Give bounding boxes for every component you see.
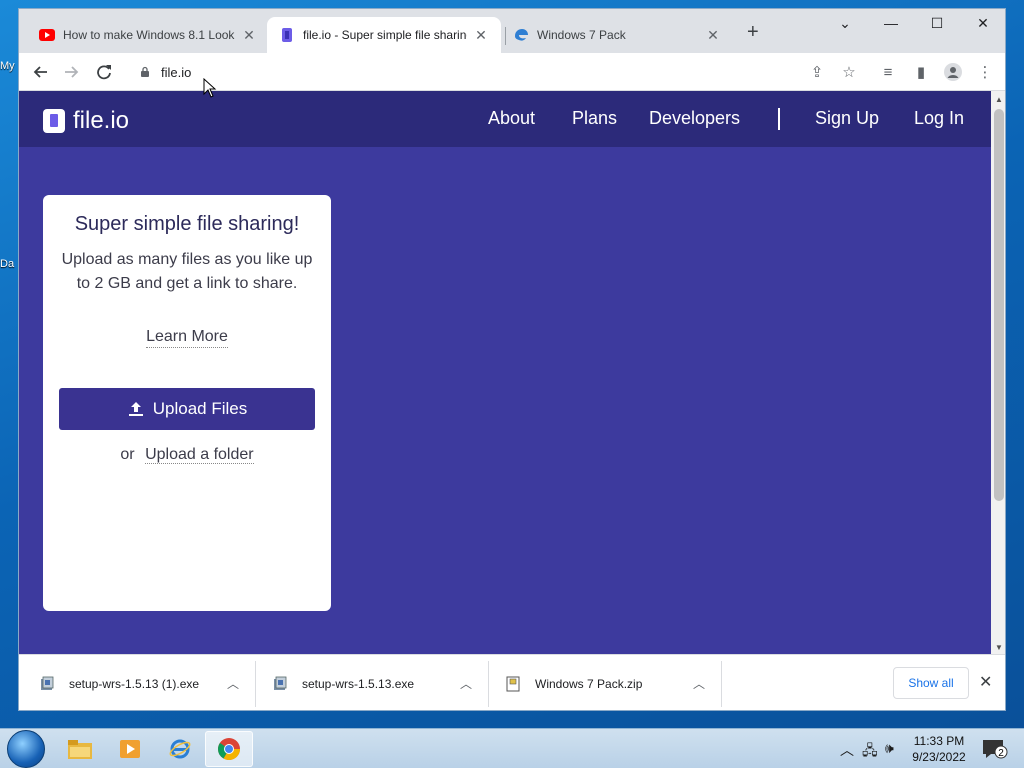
- show-hidden-icons-chevron-icon[interactable]: ︿: [840, 740, 854, 760]
- close-tab-icon[interactable]: ✕: [473, 27, 489, 44]
- clock-time: 11:33 PM: [913, 734, 965, 748]
- chrome-icon[interactable]: [205, 731, 253, 767]
- tab-title: How to make Windows 8.1 Look: [63, 28, 235, 42]
- upload-files-label: Upload Files: [152, 399, 248, 418]
- more-menu-icon[interactable]: ⋮: [973, 60, 997, 84]
- show-all-button[interactable]: Show all: [893, 667, 969, 699]
- download-item[interactable]: setup-wrs-1.5.13 (1).exe ︿: [39, 655, 255, 710]
- logo-text: file.io: [73, 107, 130, 134]
- download-filename: setup-wrs-1.5.13.exe: [302, 677, 415, 691]
- youtube-icon: [39, 27, 55, 43]
- or-text: or: [120, 446, 135, 463]
- bookmark-star-icon[interactable]: ☆: [837, 60, 861, 84]
- download-separator: [488, 661, 489, 707]
- installer-file-icon: [41, 676, 54, 690]
- download-item[interactable]: Windows 7 Pack.zip ︿: [505, 655, 721, 710]
- fileio-logo-icon: [43, 109, 65, 133]
- minimize-button[interactable]: —: [868, 15, 914, 31]
- browser-toolbar: file.io ⇪ ☆ ≡ ▮ ⋮: [19, 53, 1005, 91]
- installer-file-icon: [274, 676, 287, 690]
- notification-count: 2: [998, 748, 1004, 759]
- download-item[interactable]: setup-wrs-1.5.13.exe ︿: [272, 655, 488, 710]
- fileio-icon: [279, 27, 295, 43]
- mouse-cursor-icon: [203, 78, 217, 98]
- back-button[interactable]: [28, 60, 52, 84]
- page-viewport: file.io About Plans Developers Sign Up L…: [19, 91, 991, 654]
- start-button[interactable]: [7, 730, 45, 768]
- download-separator: [255, 661, 256, 707]
- chevron-up-icon[interactable]: ︿: [460, 675, 472, 692]
- card-description: Upload as many files as you like up to 2…: [61, 251, 313, 292]
- browser-window: How to make Windows 8.1 Look ✕ file.io -…: [18, 8, 1006, 711]
- address-bar[interactable]: file.io: [127, 57, 797, 87]
- volume-icon[interactable]: 🕪: [885, 740, 894, 757]
- profile-avatar[interactable]: [941, 60, 965, 84]
- taskbar: ︿ 🖧 🕪 11:33 PM 9/23/2022 2: [0, 728, 1024, 768]
- media-control-icon[interactable]: ≡: [876, 60, 900, 84]
- tab-youtube[interactable]: How to make Windows 8.1 Look ✕: [27, 17, 269, 53]
- lock-icon[interactable]: [139, 66, 151, 78]
- tab-windows7-pack[interactable]: Windows 7 Pack ✕: [501, 17, 733, 53]
- close-tab-icon[interactable]: ✕: [705, 27, 721, 44]
- side-panel-icon[interactable]: ▮: [909, 60, 933, 84]
- nav-about[interactable]: About: [488, 108, 535, 129]
- edge-icon: [513, 27, 529, 43]
- site-header: file.io About Plans Developers Sign Up L…: [19, 91, 991, 147]
- tab-strip: How to make Windows 8.1 Look ✕ file.io -…: [19, 9, 1005, 53]
- action-center-icon[interactable]: 2: [982, 739, 1008, 759]
- download-filename: setup-wrs-1.5.13 (1).exe: [69, 677, 200, 691]
- scroll-down-arrow[interactable]: ▼: [995, 643, 1003, 652]
- learn-more-link[interactable]: Learn More: [146, 328, 228, 348]
- desktop-icon-label[interactable]: My: [0, 60, 15, 72]
- nav-log-in[interactable]: Log In: [914, 108, 964, 129]
- tab-title: Windows 7 Pack: [537, 28, 626, 42]
- forward-button[interactable]: [60, 60, 84, 84]
- media-player-icon[interactable]: [106, 731, 154, 767]
- system-clock[interactable]: 11:33 PM 9/23/2022: [904, 733, 974, 765]
- tab-fileio[interactable]: file.io - Super simple file sharing ✕: [267, 17, 501, 53]
- internet-explorer-icon[interactable]: [156, 731, 204, 767]
- maximize-button[interactable]: ☐: [914, 15, 960, 32]
- new-tab-button[interactable]: +: [747, 22, 759, 42]
- download-filename: Windows 7 Pack.zip: [535, 677, 643, 691]
- file-explorer-icon[interactable]: [56, 731, 104, 767]
- share-icon[interactable]: ⇪: [805, 60, 829, 84]
- reload-button[interactable]: [92, 60, 116, 84]
- tab-title: file.io - Super simple file sharing: [303, 28, 467, 42]
- upload-folder-link[interactable]: Upload a folder: [145, 446, 254, 464]
- desktop-icon-label[interactable]: Da: [0, 258, 14, 270]
- network-icon[interactable]: 🖧: [862, 740, 878, 764]
- chevron-up-icon[interactable]: ︿: [693, 675, 705, 692]
- site-logo[interactable]: file.io: [43, 107, 129, 135]
- clock-date: 9/23/2022: [912, 750, 966, 764]
- download-bar: setup-wrs-1.5.13 (1).exe ︿ setup-wrs-1.5…: [19, 654, 1005, 710]
- upload-files-button[interactable]: Upload Files: [59, 388, 315, 430]
- tab-search-icon[interactable]: ⌄: [822, 15, 868, 32]
- upload-folder-line: or Upload a folder: [59, 446, 315, 464]
- download-separator: [721, 661, 722, 707]
- upload-icon: [128, 402, 143, 416]
- close-window-button[interactable]: ✕: [960, 15, 1005, 32]
- nav-divider: [778, 108, 780, 130]
- card-title: Super simple file sharing!: [74, 213, 300, 235]
- upload-card: Super simple file sharing! Upload as man…: [43, 195, 331, 611]
- nav-plans[interactable]: Plans: [572, 108, 617, 129]
- address-text[interactable]: file.io: [161, 65, 191, 80]
- chevron-up-icon[interactable]: ︿: [227, 675, 239, 692]
- nav-developers[interactable]: Developers: [649, 108, 740, 129]
- close-tab-icon[interactable]: ✕: [241, 27, 257, 44]
- zip-file-icon: [506, 676, 520, 692]
- nav-sign-up[interactable]: Sign Up: [815, 108, 879, 129]
- scroll-up-arrow[interactable]: ▲: [995, 95, 1003, 104]
- scroll-thumb[interactable]: [994, 109, 1004, 501]
- page-scrollbar[interactable]: ▲ ▼: [991, 91, 1005, 654]
- close-download-bar-icon[interactable]: ✕: [979, 672, 992, 692]
